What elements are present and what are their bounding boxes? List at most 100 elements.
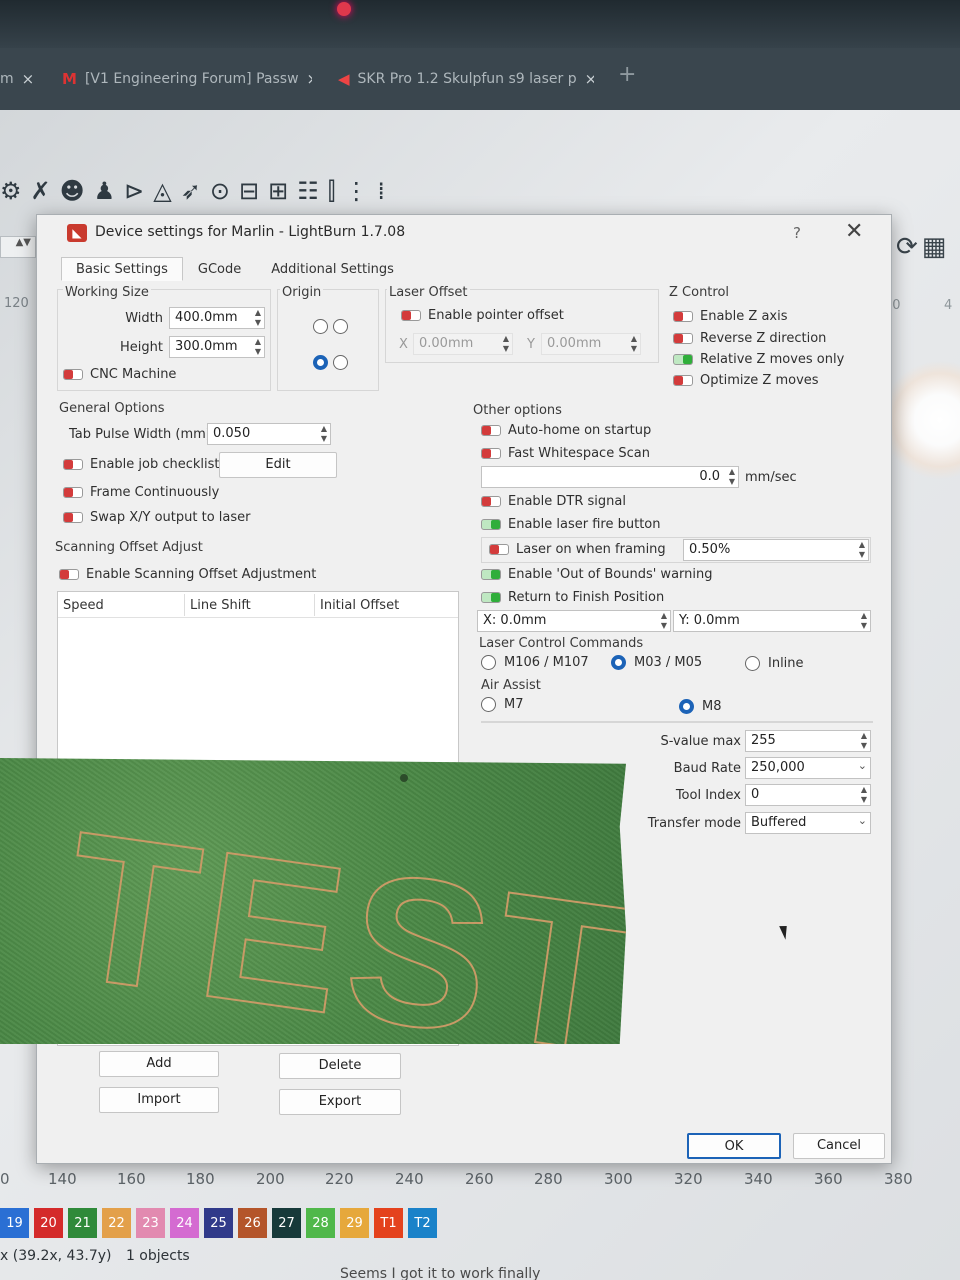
target-icon[interactable]: ⊙ [210, 177, 230, 205]
column-header-line-shift[interactable]: Line Shift [190, 598, 251, 613]
origin-bottom-left-radio[interactable] [313, 355, 328, 370]
settings-gear-icon[interactable]: ⚙ [0, 177, 22, 205]
flip-icon[interactable]: ◬ [153, 177, 171, 205]
new-tab-button[interactable]: + [618, 62, 636, 87]
delete-button[interactable]: Delete [279, 1053, 401, 1079]
layer-swatch[interactable]: 29 [340, 1208, 369, 1238]
close-icon[interactable]: × [307, 70, 312, 88]
origin-bottom-right-radio[interactable] [333, 355, 348, 370]
spacing-icon[interactable]: ⋮ [344, 177, 368, 205]
layer-swatch[interactable]: 25 [204, 1208, 233, 1238]
column-header-speed[interactable]: Speed [63, 598, 104, 613]
spin-arrows-icon[interactable]: ▲ ▼ [859, 540, 865, 560]
finish-x-spinbox[interactable]: X: 0.0mm ▲ ▼ [477, 610, 671, 632]
spin-arrows-icon[interactable]: ▲ ▼ [861, 611, 867, 631]
radio-m7[interactable]: M7 [481, 697, 524, 712]
layer-swatch[interactable]: T2 [408, 1208, 437, 1238]
tab-gcode[interactable]: GCode [183, 257, 256, 281]
browser-tab-1[interactable]: m × [0, 62, 40, 96]
reverse-z-direction-toggle[interactable]: Reverse Z direction [673, 331, 826, 346]
distribute-icon[interactable]: ⊞ [268, 177, 288, 205]
tab-basic-settings[interactable]: Basic Settings [61, 257, 183, 281]
toolbar-spinbox[interactable]: ▲▼ [0, 236, 36, 258]
browser-tab-3[interactable]: ◀ SKR Pro 1.2 Skulpfun s9 laser p × [338, 62, 594, 96]
layer-swatch[interactable]: 24 [170, 1208, 199, 1238]
layer-swatch[interactable]: 26 [238, 1208, 267, 1238]
enable-pointer-offset-toggle[interactable]: Enable pointer offset [401, 308, 564, 323]
finish-y-spinbox[interactable]: Y: 0.0mm ▲ ▼ [673, 610, 871, 632]
help-button[interactable]: ? [793, 224, 801, 242]
spin-arrows-icon[interactable]: ▲ ▼ [321, 424, 327, 444]
auto-home-toggle[interactable]: Auto-home on startup [481, 423, 651, 438]
ok-button[interactable]: OK [687, 1133, 781, 1159]
layer-swatch[interactable]: 27 [272, 1208, 301, 1238]
layer-swatch[interactable]: 19 [0, 1208, 29, 1238]
swap-xy-toggle[interactable]: Swap X/Y output to laser [63, 510, 250, 525]
width-spinbox[interactable]: 400.0mm ▲ ▼ [169, 307, 265, 329]
spin-arrows-icon[interactable]: ▲ ▼ [255, 308, 261, 328]
spin-arrows-icon[interactable]: ▲ ▼ [861, 785, 867, 805]
spin-arrows-icon[interactable]: ▲ ▼ [861, 731, 867, 751]
layer-swatch[interactable]: 28 [306, 1208, 335, 1238]
browser-tab-2[interactable]: M [V1 Engineering Forum] Passw × [62, 62, 312, 96]
users-group-icon[interactable]: ☻ [60, 177, 85, 205]
column-header-initial-offset[interactable]: Initial Offset [320, 598, 399, 613]
transfer-mode-select[interactable]: Buffered ⌄ [745, 812, 871, 834]
add-button[interactable]: Add [99, 1051, 219, 1077]
spin-arrows-icon[interactable]: ▲ ▼ [729, 467, 735, 487]
send-icon[interactable]: ➶ [181, 177, 201, 205]
layer-swatch[interactable]: 23 [136, 1208, 165, 1238]
cnc-machine-toggle[interactable]: CNC Machine [63, 367, 176, 382]
out-of-bounds-toggle[interactable]: Enable 'Out of Bounds' warning [481, 567, 713, 582]
center-icon[interactable]: ⫿ [328, 177, 336, 205]
radio-inline[interactable]: Inline [745, 656, 804, 671]
edit-checklist-button[interactable]: Edit [219, 452, 337, 478]
mirror-icon[interactable]: ⊳ [124, 177, 144, 205]
align-icon[interactable]: ⊟ [239, 177, 259, 205]
import-button[interactable]: Import [99, 1087, 219, 1113]
return-finish-toggle[interactable]: Return to Finish Position [481, 590, 664, 605]
layer-swatch[interactable]: 20 [34, 1208, 63, 1238]
bars-icon[interactable]: ⁞ [377, 177, 385, 205]
close-dialog-button[interactable]: ✕ [845, 219, 863, 244]
spin-arrows-icon[interactable]: ▲ ▼ [661, 611, 667, 631]
layer-swatch[interactable]: T1 [374, 1208, 403, 1238]
baud-rate-select[interactable]: 250,000 ⌄ [745, 757, 871, 779]
laser-on-framing-toggle[interactable]: Laser on when framing [489, 542, 666, 557]
optimize-z-moves-toggle[interactable]: Optimize Z moves [673, 373, 819, 388]
layer-swatch[interactable]: 22 [102, 1208, 131, 1238]
export-button[interactable]: Export [279, 1089, 401, 1115]
origin-top-left-radio[interactable] [313, 319, 328, 334]
whitespace-speed-spinbox[interactable]: 0.0 ▲ ▼ [481, 466, 739, 488]
offset-x-spinbox[interactable]: 0.00mm ▲ ▼ [413, 333, 513, 355]
radio-m106-m107[interactable]: M106 / M107 [481, 655, 589, 670]
tab-pulse-spinbox[interactable]: 0.050 ▲ ▼ [207, 423, 331, 445]
dtr-signal-toggle[interactable]: Enable DTR signal [481, 494, 626, 509]
s-value-max-spinbox[interactable]: 255 ▲ ▼ [745, 730, 871, 752]
cancel-button[interactable]: Cancel [793, 1133, 885, 1159]
origin-top-right-radio[interactable] [333, 319, 348, 334]
frame-continuously-toggle[interactable]: Frame Continuously [63, 485, 219, 500]
laser-fire-button-toggle[interactable]: Enable laser fire button [481, 517, 661, 532]
chevron-down-icon[interactable]: ⌄ [858, 815, 867, 826]
user-icon[interactable]: ♟ [94, 177, 116, 205]
scanning-offset-toggle[interactable]: Enable Scanning Offset Adjustment [59, 567, 316, 582]
close-icon[interactable]: × [22, 70, 35, 88]
spin-arrows-icon[interactable]: ▲ ▼ [631, 334, 637, 354]
tab-additional-settings[interactable]: Additional Settings [256, 257, 409, 281]
layer-swatch[interactable]: 21 [68, 1208, 97, 1238]
refresh-icon[interactable]: ⟳ [896, 232, 918, 262]
tool-index-spinbox[interactable]: 0 ▲ ▼ [745, 784, 871, 806]
align-vertical-icon[interactable]: ☷ [297, 177, 319, 205]
offset-y-spinbox[interactable]: 0.00mm ▲ ▼ [541, 333, 641, 355]
fast-whitespace-toggle[interactable]: Fast Whitespace Scan [481, 446, 650, 461]
laser-framing-power-spinbox[interactable]: 0.50% ▲ ▼ [683, 539, 869, 561]
close-icon[interactable]: × [585, 70, 594, 88]
radio-m8[interactable]: M8 [679, 699, 722, 714]
relative-z-moves-toggle[interactable]: Relative Z moves only [673, 352, 844, 367]
spin-arrows-icon[interactable]: ▲ ▼ [503, 334, 509, 354]
spin-arrows-icon[interactable]: ▲ ▼ [255, 337, 261, 357]
radio-m03-m05[interactable]: M03 / M05 [611, 655, 702, 670]
enable-z-axis-toggle[interactable]: Enable Z axis [673, 309, 788, 324]
height-spinbox[interactable]: 300.0mm ▲ ▼ [169, 336, 265, 358]
